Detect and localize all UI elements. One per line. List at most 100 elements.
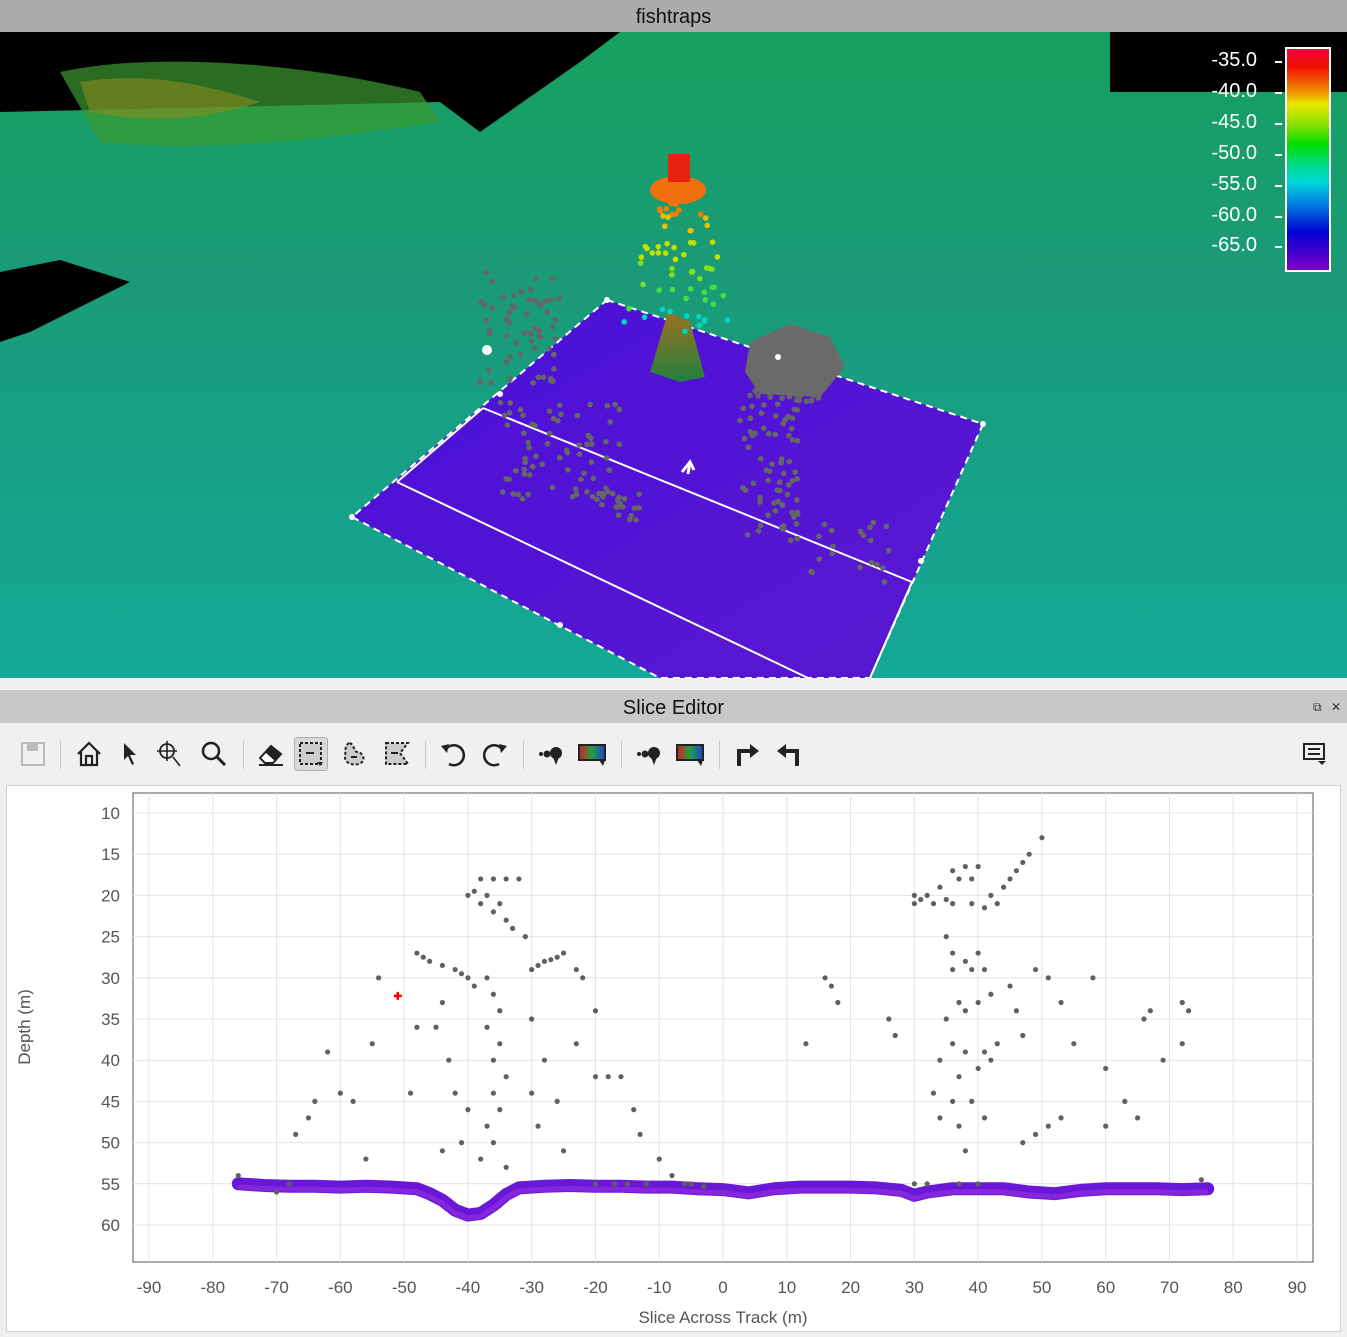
- point: [533, 275, 539, 282]
- point: [816, 533, 822, 540]
- colorbar-tick: [1275, 92, 1282, 94]
- point: [604, 402, 610, 409]
- data-point: [930, 1090, 937, 1096]
- point: [477, 378, 484, 385]
- erase-button[interactable]: [254, 737, 288, 771]
- data-point: [439, 962, 445, 969]
- data-point: [962, 1008, 968, 1014]
- point: [779, 501, 785, 508]
- save-button[interactable]: [16, 737, 50, 771]
- y-tick-label: 20: [101, 886, 120, 905]
- prev-slice-button[interactable]: [772, 737, 806, 771]
- point: [774, 401, 781, 408]
- point-style-2-button[interactable]: [632, 737, 666, 771]
- y-tick-label: 60: [101, 1216, 120, 1235]
- data-point: [1058, 999, 1064, 1006]
- data-point: [988, 892, 994, 898]
- zoom-button[interactable]: [197, 737, 231, 771]
- home-button[interactable]: [72, 737, 106, 771]
- data-point: [497, 901, 503, 907]
- data-point: [1013, 1008, 1020, 1014]
- redo-button[interactable]: [478, 737, 512, 771]
- data-point: [803, 1041, 809, 1047]
- x-tick-label: -60: [328, 1278, 353, 1297]
- point: [681, 251, 687, 258]
- point: [767, 394, 774, 401]
- slice-handle[interactable]: [918, 558, 924, 564]
- data-point: [624, 1181, 630, 1187]
- data-point: [950, 901, 956, 907]
- point: [550, 415, 557, 422]
- data-point: [465, 892, 471, 898]
- point: [765, 477, 771, 484]
- data-point: [1026, 851, 1032, 857]
- data-point: [1013, 868, 1020, 874]
- slice-plot[interactable]: -90 -80 -70 -60 -50 -40 -30 -20 -10 0 10 20 30 40 50 60…: [0, 785, 1347, 1337]
- point: [709, 239, 716, 245]
- slice-handle[interactable]: [775, 354, 781, 360]
- color-map-2-button[interactable]: [674, 737, 708, 771]
- point: [542, 298, 549, 304]
- point: [747, 415, 754, 422]
- point: [874, 561, 880, 568]
- point: [527, 331, 534, 337]
- x-tick-label: 0: [718, 1278, 727, 1297]
- data-point: [981, 1049, 988, 1055]
- data-point: [682, 1181, 688, 1187]
- slice-handle[interactable]: [482, 345, 492, 355]
- slice-handle[interactable]: [604, 297, 610, 303]
- data-point: [324, 1049, 331, 1055]
- close-panel-icon[interactable]: ✕: [1331, 700, 1341, 714]
- point: [821, 521, 828, 528]
- point: [636, 491, 642, 498]
- point: [742, 487, 749, 493]
- slice-handle[interactable]: [349, 514, 355, 520]
- undo-button[interactable]: [436, 737, 470, 771]
- colorbar-tick: [1275, 246, 1282, 248]
- color-map-button[interactable]: [576, 737, 610, 771]
- data-point: [1001, 884, 1007, 890]
- rect-select-button[interactable]: [294, 737, 328, 771]
- poly-select-button[interactable]: [380, 737, 414, 771]
- next-slice-button[interactable]: [730, 737, 764, 771]
- point: [563, 447, 570, 453]
- crosshair-icon: [157, 741, 181, 767]
- slice-handle[interactable]: [980, 421, 986, 427]
- lasso-select-button[interactable]: [338, 737, 372, 771]
- data-point: [1141, 1016, 1147, 1022]
- data-point: [554, 954, 560, 960]
- slice-handle[interactable]: [557, 622, 563, 628]
- data-point: [516, 876, 522, 882]
- point: [478, 298, 484, 305]
- data-point: [420, 954, 426, 960]
- point: [793, 520, 800, 527]
- data-point: [427, 958, 433, 964]
- 3d-view[interactable]: [0, 32, 1347, 678]
- menu-button[interactable]: [1298, 737, 1332, 771]
- data-point: [490, 909, 497, 915]
- slice-handle[interactable]: [497, 391, 503, 397]
- 3d-scene[interactable]: [0, 32, 1347, 678]
- point-style-button[interactable]: [534, 737, 568, 771]
- data-point: [484, 1024, 490, 1030]
- splitter[interactable]: [0, 678, 1347, 690]
- point: [794, 407, 801, 413]
- data-point: [573, 966, 579, 973]
- data-point: [522, 934, 528, 940]
- depth-colorbar: [1285, 47, 1331, 272]
- select-button[interactable]: [113, 737, 147, 771]
- point: [621, 319, 627, 325]
- data-point: [656, 1156, 662, 1162]
- magnifier-icon: [201, 741, 227, 767]
- data-point: [1071, 1041, 1077, 1047]
- data-point: [835, 999, 841, 1006]
- point-cluster: [668, 154, 690, 182]
- data-point: [478, 1156, 484, 1162]
- pick-button[interactable]: [153, 737, 187, 771]
- data-point: [975, 1065, 981, 1072]
- data-point: [918, 896, 924, 903]
- point: [696, 322, 703, 329]
- point: [883, 523, 890, 530]
- float-panel-icon[interactable]: ⧉: [1313, 700, 1322, 714]
- point: [772, 431, 779, 438]
